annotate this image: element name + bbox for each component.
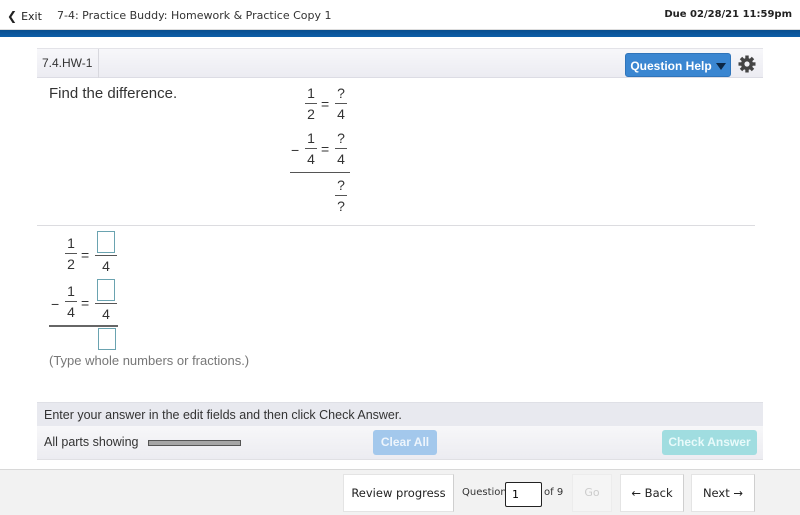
answer-input-1[interactable] [97, 231, 115, 253]
answer-input-result[interactable] [98, 328, 116, 350]
equals-sign: = [81, 295, 90, 311]
clear-all-button[interactable]: Clear All [373, 430, 437, 455]
denominator: 4 [67, 304, 75, 320]
numerator: 1 [307, 85, 315, 101]
brand-bar [0, 30, 800, 37]
answer-fraction-1-left: 1 2 [65, 235, 77, 272]
instructions-bar: Enter your answer in the edit fields and… [37, 402, 763, 426]
denominator: 4 [337, 151, 345, 167]
gear-icon[interactable] [737, 54, 757, 74]
minus-sign: − [51, 296, 60, 312]
fraction-bar [305, 148, 317, 149]
due-date: Due 02/28/21 11:59pm [664, 9, 792, 20]
section-divider [37, 225, 755, 226]
assignment-title: 7-4: Practice Buddy: Homework & Practice… [57, 9, 332, 22]
go-button[interactable]: Go [572, 474, 612, 512]
numerator: 1 [307, 130, 315, 146]
action-row: All parts showing Clear All Check Answer [37, 426, 763, 460]
caret-down-icon [715, 63, 726, 71]
exit-label: Exit [21, 9, 42, 23]
top-bar: ❮ Exit 7-4: Practice Buddy: Homework & P… [0, 0, 800, 30]
denominator: 2 [67, 256, 75, 272]
equals-sign: = [321, 141, 330, 157]
numerator: ? [337, 130, 345, 146]
answer-fraction-1-right: 4 [95, 231, 117, 274]
chevron-left-icon: ❮ [7, 9, 18, 23]
denominator: ? [337, 198, 345, 214]
denominator: 4 [102, 258, 110, 274]
parts-progress-bar[interactable] [148, 440, 241, 446]
question-prompt: Find the difference. [49, 85, 178, 102]
fraction-bar [305, 103, 317, 104]
review-progress-button[interactable]: Review progress [343, 474, 454, 512]
check-answer-button[interactable]: Check Answer [662, 430, 757, 455]
example-result: ? ? [335, 177, 347, 214]
example-fraction-2-left: 1 4 [305, 130, 317, 167]
question-id: 7.4.HW-1 [37, 49, 100, 78]
denominator: 2 [307, 106, 315, 122]
question-header: 7.4.HW-1 Question Help [37, 48, 763, 78]
fraction-bar [65, 253, 77, 254]
parts-showing-label: All parts showing [44, 435, 139, 449]
numerator: ? [337, 85, 345, 101]
fraction-bar [65, 301, 77, 302]
question-panel: 7.4.HW-1 Question Help Find the differen… [37, 45, 763, 465]
denominator: 4 [102, 306, 110, 322]
numerator: 1 [67, 235, 75, 251]
example-fraction-1-left: 1 2 [305, 85, 317, 122]
sum-line [49, 325, 118, 327]
next-button[interactable]: Next → [691, 474, 755, 512]
numerator: 1 [67, 283, 75, 299]
input-hint: (Type whole numbers or fractions.) [49, 353, 250, 368]
equals-sign: = [81, 247, 90, 263]
fraction-bar [335, 195, 347, 196]
fraction-bar [95, 303, 117, 304]
example-fraction-2-right: ? 4 [335, 130, 347, 167]
minus-sign: − [291, 142, 300, 158]
exit-button[interactable]: ❮ Exit [7, 9, 42, 23]
question-number-input[interactable] [505, 482, 542, 507]
denominator: 4 [307, 151, 315, 167]
question-label: Question [462, 487, 507, 498]
sum-line [290, 172, 350, 173]
question-help-button[interactable]: Question Help [625, 53, 731, 77]
question-total: of 9 [544, 487, 564, 498]
fraction-bar [335, 148, 347, 149]
question-help-label: Question Help [630, 59, 712, 73]
fraction-bar [335, 103, 347, 104]
footer-nav: Review progress Question of 9 Go ← Back … [0, 469, 800, 515]
equals-sign: = [321, 96, 330, 112]
example-fraction-1-right: ? 4 [335, 85, 347, 122]
denominator: 4 [337, 106, 345, 122]
answer-input-2[interactable] [97, 279, 115, 301]
answer-fraction-2-left: 1 4 [65, 283, 77, 320]
answer-fraction-2-right: 4 [95, 279, 117, 322]
back-button[interactable]: ← Back [620, 474, 684, 512]
fraction-bar [95, 255, 117, 256]
numerator: ? [337, 177, 345, 193]
